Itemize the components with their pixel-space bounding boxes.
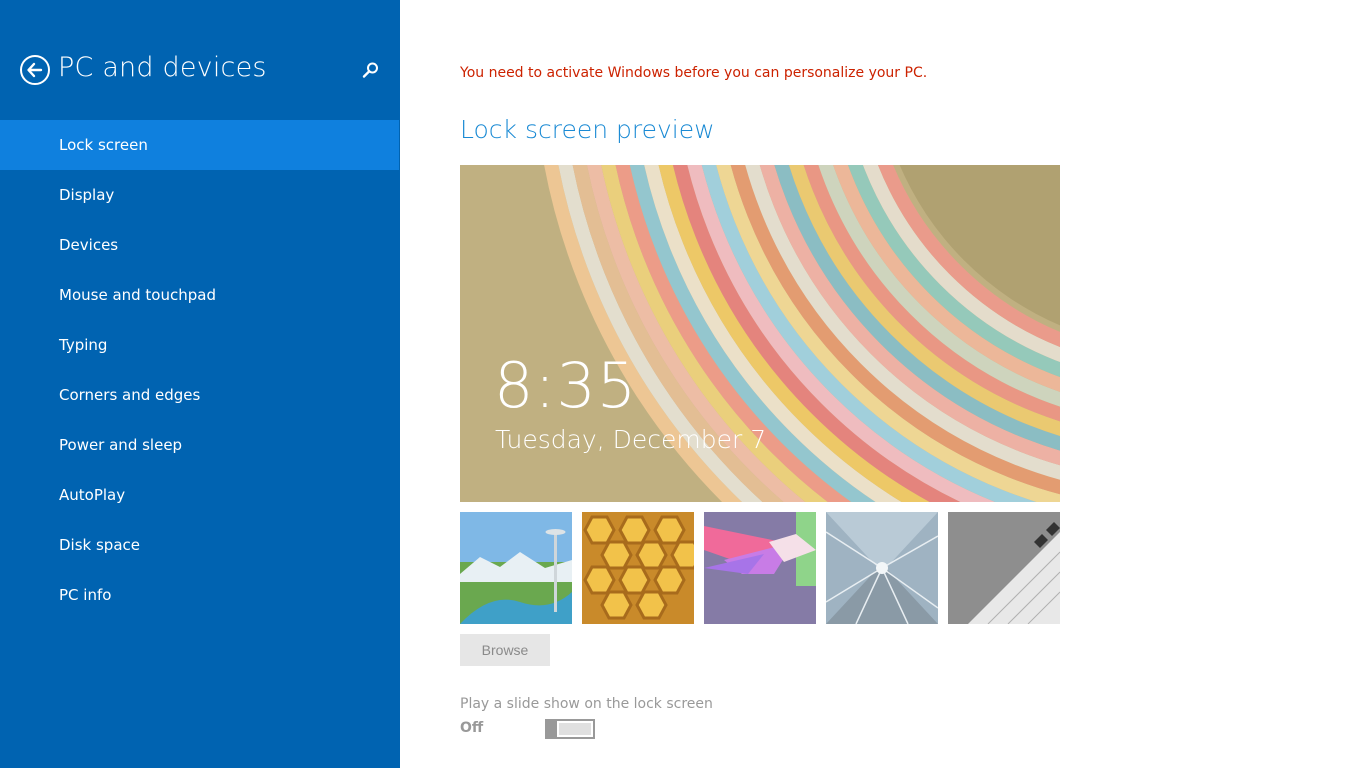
sidebar-nav: Lock screen Display Devices Mouse and to… [0,120,400,620]
sidebar-item-disk-space[interactable]: Disk space [0,520,399,570]
preview-time: 8:35 [494,349,638,422]
back-arrow-icon [27,62,43,78]
sidebar: PC and devices Lock screen Display Devic… [0,0,400,768]
honeycomb-image [582,512,694,624]
motion-tunnel-image [826,512,938,624]
thumbnail-piano[interactable] [948,512,1060,624]
main-content: You need to activate Windows before you … [460,0,1340,768]
sidebar-item-corners-and-edges[interactable]: Corners and edges [0,370,399,420]
sidebar-item-label: Corners and edges [59,386,201,404]
sidebar-header: PC and devices [0,0,400,120]
sidebar-item-display[interactable]: Display [0,170,399,220]
thumbnail-seattle[interactable] [460,512,572,624]
search-icon [362,62,378,78]
sidebar-item-label: Typing [59,336,108,354]
thumbnail-shapes[interactable] [704,512,816,624]
seattle-image [460,512,572,624]
sidebar-item-pc-info[interactable]: PC info [0,570,399,620]
preview-date: Tuesday, December 7 [495,425,767,454]
sidebar-item-label: Mouse and touchpad [59,286,216,304]
toggle-track [559,723,591,735]
sidebar-item-label: Lock screen [59,136,148,154]
sidebar-item-mouse-and-touchpad[interactable]: Mouse and touchpad [0,270,399,320]
sidebar-item-autoplay[interactable]: AutoPlay [0,470,399,520]
slideshow-label: Play a slide show on the lock screen [460,696,713,712]
sidebar-item-label: Display [59,186,115,204]
sidebar-item-label: PC info [59,586,112,604]
activation-warning[interactable]: You need to activate Windows before you … [460,65,927,81]
search-button[interactable] [361,60,381,80]
colored-shapes-image [704,512,816,624]
sidebar-item-lock-screen[interactable]: Lock screen [0,120,399,170]
toggle-knob [547,721,557,737]
sidebar-item-devices[interactable]: Devices [0,220,399,270]
lock-screen-preview: 8:35 Tuesday, December 7 [460,165,1060,502]
section-title: Lock screen preview [460,115,715,144]
page-title: PC and devices [58,52,267,83]
sidebar-item-power-and-sleep[interactable]: Power and sleep [0,420,399,470]
sidebar-item-label: AutoPlay [59,486,126,504]
sidebar-item-label: Disk space [59,536,140,554]
thumbnail-honeycomb[interactable] [582,512,694,624]
wallpaper-thumbnails [460,512,1060,624]
back-button[interactable] [20,55,50,85]
slideshow-toggle[interactable] [545,719,595,739]
sidebar-item-label: Power and sleep [59,436,183,454]
thumbnail-tunnel[interactable] [826,512,938,624]
slideshow-state: Off [460,720,484,736]
sidebar-item-label: Devices [59,236,119,254]
sidebar-item-typing[interactable]: Typing [0,320,399,370]
piano-keys-image [948,512,1060,624]
browse-button[interactable]: Browse [460,634,550,666]
